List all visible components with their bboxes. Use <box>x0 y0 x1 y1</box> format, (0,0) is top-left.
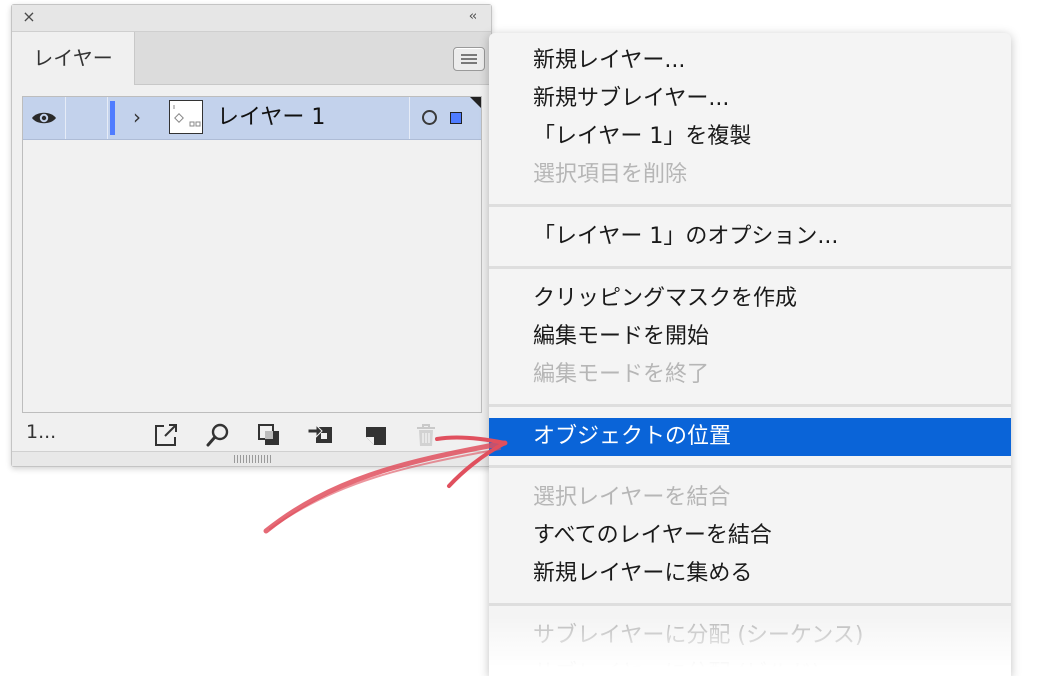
tab-layers[interactable]: レイヤー <box>12 32 135 85</box>
menu-item-layer-options[interactable]: 「レイヤー 1」のオプション... <box>489 218 1011 256</box>
layer-color-bar <box>110 101 115 135</box>
menu-item-flatten-artwork[interactable]: すべてのレイヤーを結合 <box>489 517 1011 555</box>
eye-icon <box>32 112 56 124</box>
layers-panel: × ‹‹ レイヤー › レイヤー 1 1... <box>11 4 492 467</box>
visibility-toggle[interactable] <box>23 97 66 139</box>
new-layer-icon[interactable] <box>362 421 390 449</box>
lock-toggle[interactable] <box>66 97 108 139</box>
search-icon[interactable] <box>204 421 232 449</box>
hamburger-icon <box>461 54 477 64</box>
panel-titlebar: × ‹‹ <box>12 5 491 32</box>
grip-dots <box>234 455 272 463</box>
menu-item-merge-selected: 選択レイヤーを結合 <box>533 485 731 510</box>
menu-separator <box>489 404 1011 407</box>
thumbnail-art <box>173 105 201 127</box>
menu-item-make-clipping-mask[interactable]: クリッピングマスクを作成 <box>489 280 1011 318</box>
panel-footer: 1... <box>12 415 491 453</box>
selection-indicator[interactable] <box>450 112 462 124</box>
menu-item-enter-isolation-mode[interactable]: 編集モードを開始 <box>489 318 1011 356</box>
menu-separator <box>489 465 1011 468</box>
close-icon[interactable]: × <box>20 8 38 26</box>
menu-item-exit-isolation-mode: 編集モードを終了 <box>533 362 710 387</box>
current-layer-indicator <box>470 97 481 108</box>
menu-separator <box>489 603 1011 606</box>
collapse-icon[interactable]: ‹‹ <box>463 8 481 26</box>
menu-item-duplicate-layer[interactable]: 「レイヤー 1」を複製 <box>489 118 1011 156</box>
menu-item-locate-object[interactable]: オブジェクトの位置 <box>489 418 1011 456</box>
layer-list: › レイヤー 1 <box>22 96 482 413</box>
layer-row[interactable]: › レイヤー 1 <box>23 97 481 140</box>
menu-item-release-to-layers-build: サブレイヤーに分配 (ビルド) <box>533 661 821 676</box>
target-circle-icon[interactable] <box>422 110 437 125</box>
menu-item-release-to-layers-sequence: サブレイヤーに分配 (シーケンス) <box>533 623 864 648</box>
menu-separator <box>489 266 1011 269</box>
menu-item-collect-in-new-layer[interactable]: 新規レイヤーに集める <box>489 555 1011 593</box>
resize-grip[interactable] <box>12 451 491 466</box>
layer-name[interactable]: レイヤー 1 <box>217 97 325 139</box>
panel-flyout-menu: 新規レイヤー... 新規サブレイヤー... 「レイヤー 1」を複製 選択項目を削… <box>489 33 1011 676</box>
panel-menu-button[interactable] <box>453 47 485 71</box>
clipping-mask-icon[interactable] <box>255 421 283 449</box>
menu-item-delete-selection: 選択項目を削除 <box>533 162 688 187</box>
expand-chevron-icon[interactable]: › <box>127 105 147 129</box>
menu-item-new-sublayer[interactable]: 新規サブレイヤー... <box>489 80 1011 118</box>
panel-tabstrip: レイヤー <box>12 32 491 85</box>
menu-separator <box>489 204 1011 207</box>
trash-icon[interactable] <box>412 421 440 449</box>
export-icon[interactable] <box>152 421 180 449</box>
layer-count: 1... <box>26 421 57 443</box>
move-to-layer-icon[interactable] <box>306 421 334 449</box>
layer-thumbnail <box>169 100 203 134</box>
menu-item-new-layer[interactable]: 新規レイヤー... <box>489 42 1011 80</box>
